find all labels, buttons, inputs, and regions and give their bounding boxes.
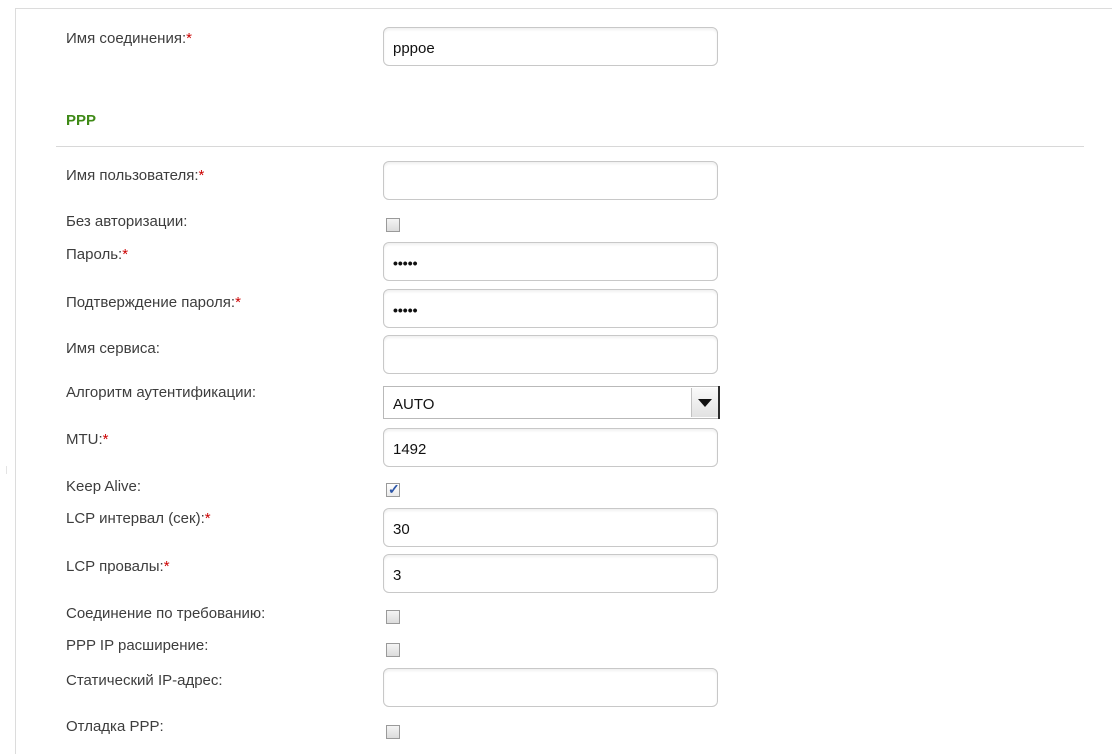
required-mark: * [235,294,241,311]
lcp-interval-label: LCP интервал (сек):* [66,510,211,527]
connection-name-input[interactable] [383,27,718,66]
keepalive-checkbox[interactable]: ✓ [386,481,400,497]
required-mark: * [198,167,205,184]
no-auth-checkbox[interactable] [386,218,400,232]
required-mark: * [186,30,192,47]
auth-algo-value: AUTO [393,396,435,413]
lcp-fails-label: LCP провалы:* [66,558,170,575]
no-auth-label: Без авторизации: [66,213,188,230]
connection-name-label: Имя соединения:* [66,30,192,47]
frame-left-border [15,8,16,754]
required-mark: * [204,510,211,527]
ip-extension-checkbox[interactable] [386,643,400,657]
ppp-debug-checkbox[interactable] [386,725,400,739]
password-input[interactable] [383,242,718,281]
username-label: Имя пользователя:* [66,167,205,184]
lcp-interval-input[interactable] [383,508,718,547]
auth-algo-select[interactable]: AUTO [383,386,720,419]
ppp-section-title: PPP [66,112,97,129]
password-confirm-label: Подтверждение пароля:* [66,294,241,311]
required-mark: * [102,431,109,448]
auth-algo-label: Алгоритм аутентификации: [66,384,257,401]
service-name-label: Имя сервиса: [66,340,160,357]
on-demand-checkbox[interactable] [386,610,400,624]
service-name-input[interactable] [383,335,718,374]
password-confirm-input[interactable] [383,289,718,328]
side-divider-mark [6,466,7,474]
keepalive-label: Keep Alive: [66,478,142,495]
chevron-down-icon [698,399,712,407]
checkmark-icon: ✓ [388,481,400,497]
frame-top-border [15,8,1112,9]
select-edge [718,386,720,419]
mtu-label: MTU:* [66,431,109,448]
required-mark: * [122,246,129,263]
lcp-fails-input[interactable] [383,554,718,593]
ppp-debug-label: Отладка PPP: [66,718,164,735]
on-demand-label: Соединение по требованию: [66,605,266,622]
dropdown-button[interactable] [691,388,718,417]
mtu-input[interactable] [383,428,718,467]
ip-extension-label: PPP IP расширение: [66,637,209,654]
password-label: Пароль:* [66,246,129,263]
section-divider [56,146,1084,147]
username-input[interactable] [383,161,718,200]
static-ip-input[interactable] [383,668,718,707]
static-ip-label: Статический IP-адрес: [66,672,223,689]
required-mark: * [163,558,170,575]
